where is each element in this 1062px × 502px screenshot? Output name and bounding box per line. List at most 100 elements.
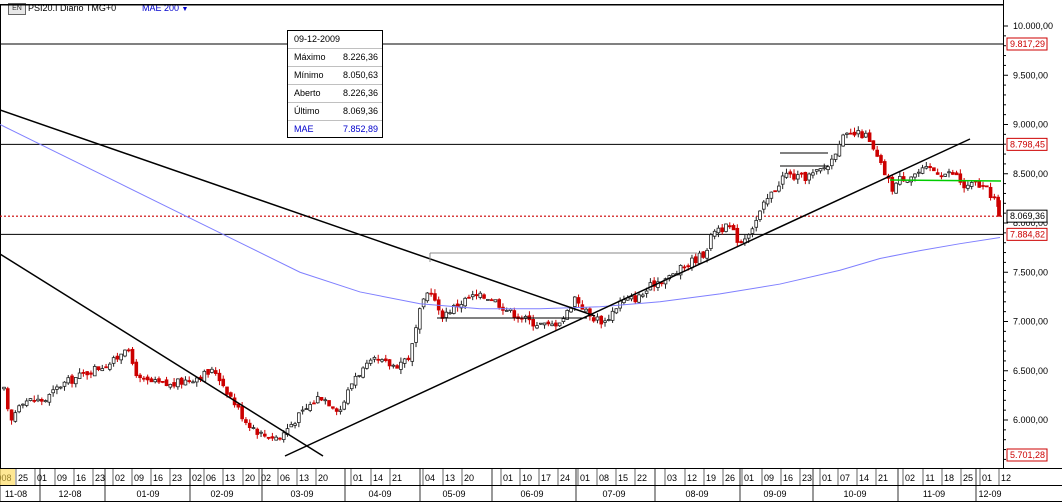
open-value: 8.226,36 xyxy=(342,88,378,98)
candle-body xyxy=(939,175,944,178)
candle-body xyxy=(954,172,959,176)
x-day-label: 01 xyxy=(982,473,992,483)
x-day-label: 09 xyxy=(57,473,67,483)
x-day-label: 21 xyxy=(878,473,888,483)
candle-body xyxy=(191,381,195,384)
candle-body xyxy=(123,349,127,357)
x-day-label: 16 xyxy=(783,473,793,483)
candle-body xyxy=(852,131,857,136)
candle-body xyxy=(89,372,93,375)
y-tick-label: 9.000,00 xyxy=(1013,120,1048,130)
candle-body xyxy=(315,396,320,404)
candle-body xyxy=(24,400,29,406)
candle-body xyxy=(365,362,369,369)
candle-body xyxy=(497,299,501,308)
candle-body xyxy=(410,343,415,362)
x-month-label: 07-09 xyxy=(602,489,625,499)
candle-body xyxy=(43,400,48,403)
price-level-label: 9.817,29 xyxy=(1010,39,1045,49)
candle-body xyxy=(482,294,486,299)
candle-body xyxy=(811,172,815,176)
candle-body xyxy=(421,298,426,308)
candle-body xyxy=(32,399,37,402)
candle-body xyxy=(682,266,687,269)
y-tick-label: 10.000,00 xyxy=(1013,21,1053,31)
x-day-label: 14 xyxy=(859,473,869,483)
candle-body xyxy=(217,372,222,382)
candle-body xyxy=(750,228,755,234)
candle-body xyxy=(493,299,498,303)
candle-body xyxy=(848,132,853,135)
candle-body xyxy=(557,322,562,327)
mae-key-label: MAE xyxy=(294,124,314,134)
x-day-label: 01 xyxy=(353,473,363,483)
candle-body xyxy=(164,379,169,387)
candle-body xyxy=(614,308,619,314)
downtrend-line-long[interactable] xyxy=(0,109,596,317)
x-day-label: 15 xyxy=(618,473,628,483)
candle-body xyxy=(777,185,781,192)
candle-body xyxy=(327,400,331,407)
candle-body xyxy=(822,167,827,170)
candle-body xyxy=(474,294,479,297)
candle-body xyxy=(126,349,131,352)
candle-body xyxy=(554,322,558,327)
candle-body xyxy=(935,172,940,175)
data-window-row-min: Mínimo 8.050,63 xyxy=(288,67,382,85)
x-day-label: 06 xyxy=(280,473,290,483)
downtrend-line-short[interactable] xyxy=(0,253,324,457)
candle-body xyxy=(433,293,437,301)
candle-body xyxy=(425,292,430,302)
x-month-label: 01-09 xyxy=(136,489,159,499)
candle-body xyxy=(221,378,226,387)
candle-body xyxy=(576,297,581,304)
candle-body xyxy=(383,358,388,362)
x-day-label: 17 xyxy=(541,473,551,483)
candle-body xyxy=(304,408,309,411)
support-line[interactable] xyxy=(889,179,1002,182)
x-month-label: 04-09 xyxy=(368,489,391,499)
candle-body xyxy=(595,316,600,321)
x-month-label: 12-09 xyxy=(978,489,1001,499)
candle-body xyxy=(826,166,830,171)
candle-body xyxy=(104,366,108,369)
candle-body xyxy=(142,377,146,380)
candle-body xyxy=(81,372,86,374)
x-day-label: 01 xyxy=(503,473,513,483)
candle-body xyxy=(157,378,161,383)
data-window: 09-12-2009 Máximo 8.226,36 Mínimo 8.050,… xyxy=(287,30,383,138)
x-day-label: 02 xyxy=(192,473,202,483)
candle-body xyxy=(391,364,396,367)
candle-body xyxy=(240,406,244,420)
candle-body xyxy=(709,234,713,249)
candle-body xyxy=(281,432,286,440)
candle-body xyxy=(293,423,297,426)
candle-body xyxy=(414,327,418,343)
x-day-label: 24 xyxy=(560,473,570,483)
candle-body xyxy=(187,380,192,382)
x-day-label: 12 xyxy=(687,473,697,483)
candle-body xyxy=(845,132,849,135)
x-day-label: 20 xyxy=(464,473,474,483)
candle-body xyxy=(440,310,445,319)
price-level-label: 5.701,28 xyxy=(1010,450,1045,460)
candle-body xyxy=(599,315,604,325)
x-month-label: 12-08 xyxy=(58,489,81,499)
candle-body xyxy=(716,227,721,234)
plot-frame xyxy=(0,4,1004,469)
y-tick-label: 6.500,00 xyxy=(1013,366,1048,376)
candle-body xyxy=(9,409,14,421)
candle-body xyxy=(228,392,233,397)
x-day-label: 19 xyxy=(706,473,716,483)
data-window-row-last: Último 8.069,36 xyxy=(288,103,382,121)
price-chart[interactable]: 10.000,009.500,009.000,008.500,008.000,0… xyxy=(0,0,1062,502)
candle-body xyxy=(297,412,301,423)
y-tick-label: 8.500,00 xyxy=(1013,169,1048,179)
candle-body xyxy=(981,185,985,187)
candle-body xyxy=(77,372,82,379)
candle-body xyxy=(860,131,864,139)
candle-body xyxy=(255,428,260,435)
x-day-label: 20 xyxy=(245,473,255,483)
candle-body xyxy=(85,371,89,376)
candle-body xyxy=(690,257,694,269)
